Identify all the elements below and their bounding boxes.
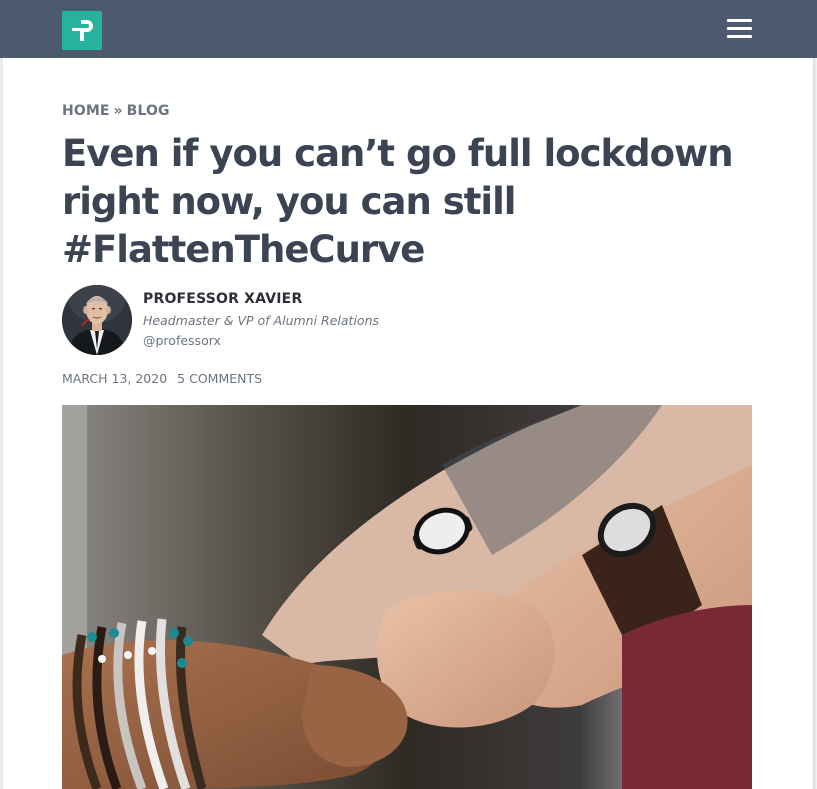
- menu-bar: [727, 19, 752, 22]
- author-handle-link[interactable]: @professorx: [143, 333, 221, 348]
- breadcrumb: HOME» BLOG: [62, 103, 170, 123]
- site-header: [0, 0, 817, 58]
- menu-bar: [727, 35, 752, 38]
- breadcrumb-separator: »: [113, 103, 123, 119]
- publish-date: MARCH 13, 2020: [62, 371, 168, 386]
- page-left-edge: [0, 58, 3, 789]
- article-meta: MARCH 13, 2020 5 COMMENTS: [62, 371, 262, 386]
- hero-image: [62, 405, 752, 789]
- article-title-line: right now, you can still: [62, 180, 516, 223]
- author-name-link[interactable]: PROFESSOR XAVIER: [143, 291, 302, 307]
- fist-bump-hands-photo: [62, 405, 752, 789]
- breadcrumb-home-link[interactable]: HOME: [62, 103, 110, 119]
- site-logo[interactable]: [62, 11, 102, 50]
- plus-p-logo-icon: [72, 20, 93, 41]
- author-portrait-image: [62, 285, 132, 355]
- article-title-line: #FlattenTheCurve: [62, 228, 425, 271]
- breadcrumb-blog-link[interactable]: BLOG: [127, 103, 170, 119]
- author-role: Headmaster & VP of Alumni Relations: [143, 313, 379, 328]
- article-title: Even if you can’t go full lockdown right…: [62, 130, 782, 274]
- comments-link[interactable]: 5 COMMENTS: [177, 371, 262, 386]
- menu-bar: [727, 27, 752, 30]
- article-title-line: Even if you can’t go full lockdown: [62, 132, 734, 175]
- page-edge-shadow: [813, 58, 817, 789]
- author-avatar[interactable]: [62, 285, 132, 355]
- hamburger-menu-icon[interactable]: [722, 14, 756, 44]
